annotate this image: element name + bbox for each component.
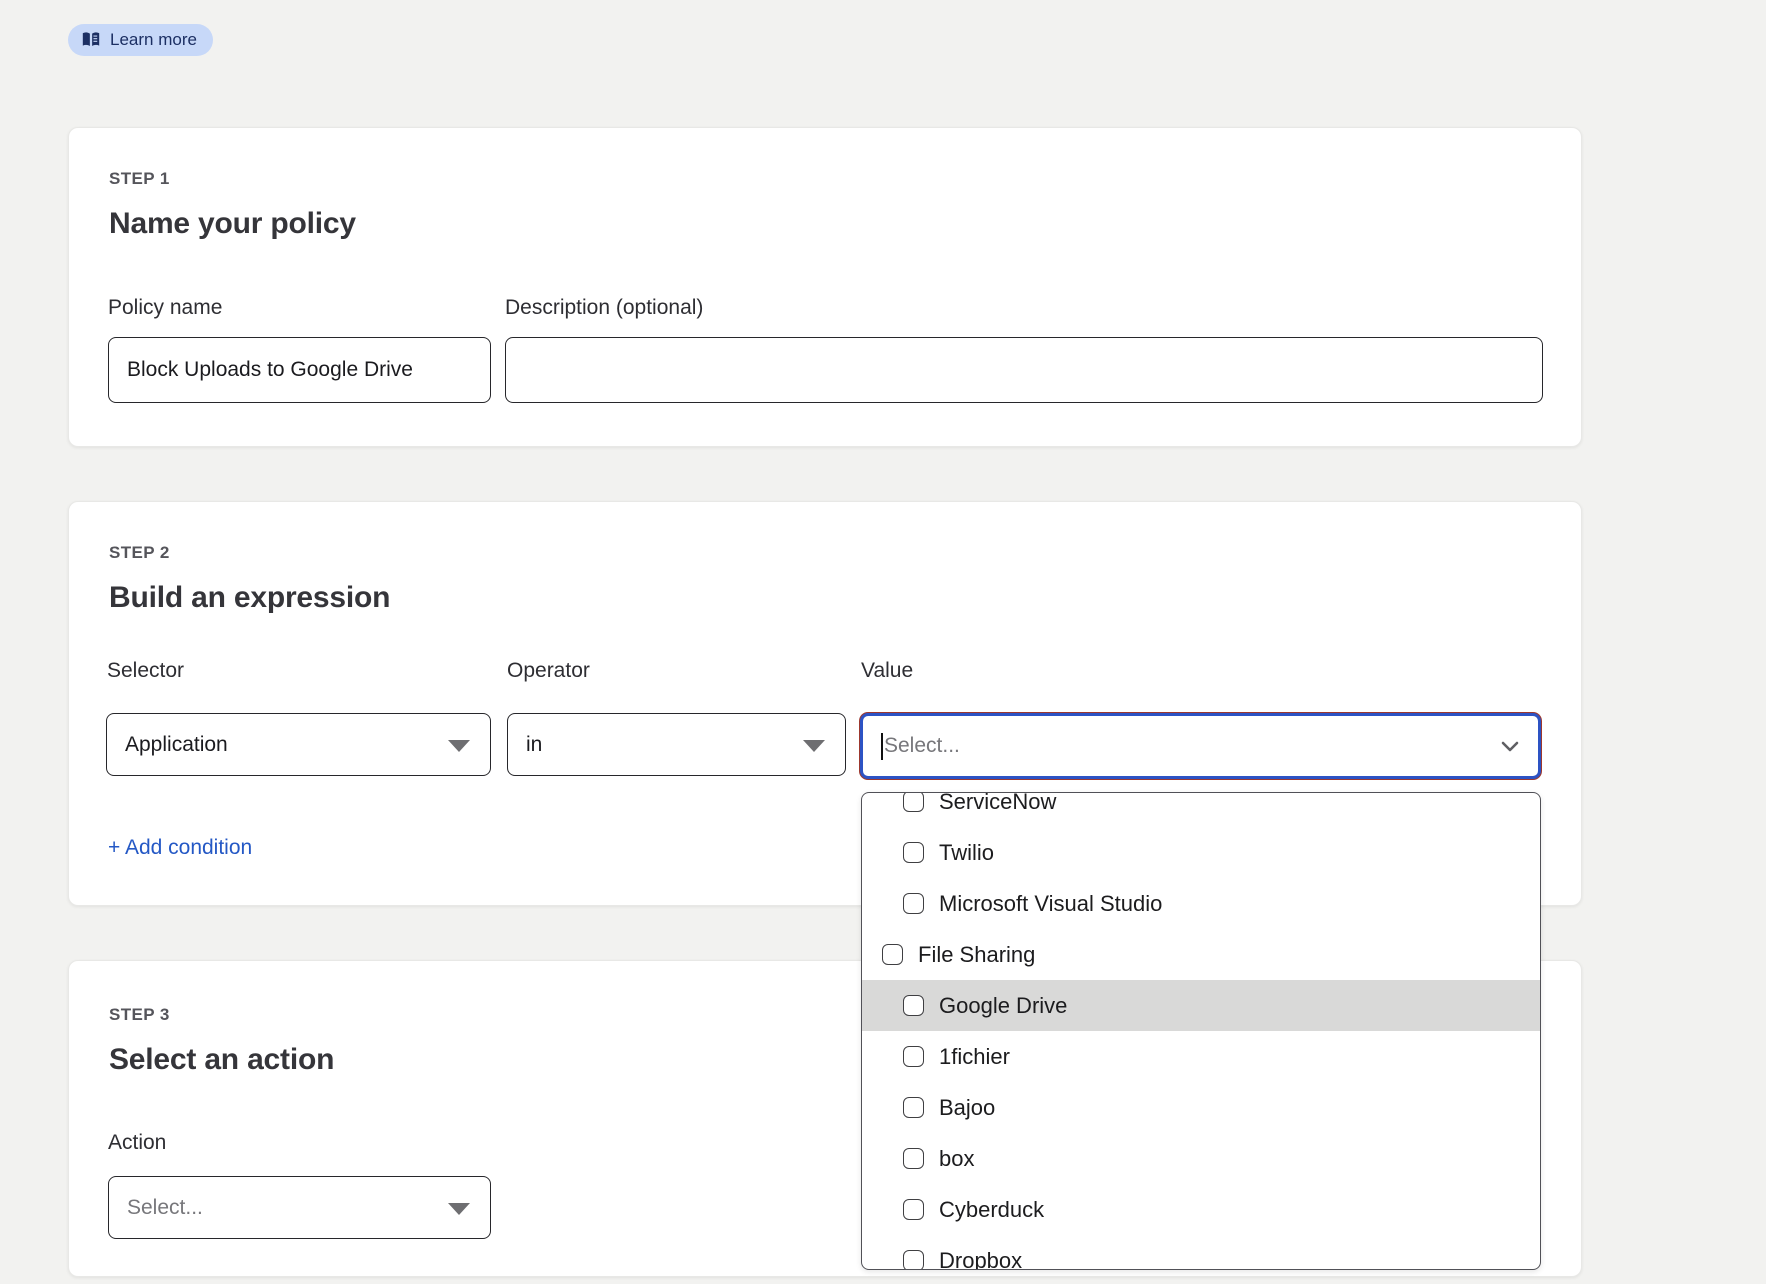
operator-dropdown[interactable]: in — [507, 713, 846, 776]
value-placeholder: Select... — [884, 734, 960, 758]
value-dropdown-panel: ServiceNow Twilio Microsoft Visual Studio F… — [861, 792, 1541, 1270]
step1-title: Name your policy — [109, 207, 356, 241]
dropdown-option-box[interactable]: box — [862, 1133, 1540, 1184]
option-checkbox[interactable] — [903, 792, 924, 812]
step3-label: STEP 3 — [109, 1005, 170, 1025]
value-multiselect-input[interactable]: Select... — [860, 713, 1541, 779]
text-cursor — [881, 733, 883, 760]
step2-title: Build an expression — [109, 581, 390, 615]
option-label: Twilio — [939, 840, 994, 866]
option-label: ServiceNow — [939, 792, 1056, 815]
learn-more-label: Learn more — [110, 30, 197, 50]
operator-dropdown-value: in — [526, 733, 542, 757]
description-input[interactable] — [505, 337, 1543, 403]
chevron-down-icon — [1498, 735, 1522, 762]
dropdown-option-file-sharing[interactable]: File Sharing — [862, 929, 1540, 980]
option-label: box — [939, 1146, 974, 1172]
option-checkbox[interactable] — [903, 1046, 924, 1067]
option-label: Microsoft Visual Studio — [939, 891, 1162, 917]
option-label: Cyberduck — [939, 1197, 1044, 1223]
description-label: Description (optional) — [505, 296, 703, 320]
dropdown-option-microsoft-visual-studio[interactable]: Microsoft Visual Studio — [862, 878, 1540, 929]
selector-dropdown-value: Application — [125, 733, 228, 757]
step1-label: STEP 1 — [109, 169, 170, 189]
dropdown-option-bajoo[interactable]: Bajoo — [862, 1082, 1540, 1133]
dropdown-option-servicenow[interactable]: ServiceNow — [862, 792, 1540, 827]
action-dropdown-placeholder: Select... — [127, 1196, 203, 1220]
book-open-icon — [81, 31, 101, 49]
option-checkbox[interactable] — [903, 1097, 924, 1118]
triangle-down-icon — [448, 1203, 470, 1215]
action-label: Action — [108, 1131, 166, 1155]
option-checkbox[interactable] — [903, 1199, 924, 1220]
triangle-down-icon — [448, 740, 470, 752]
option-checkbox[interactable] — [903, 842, 924, 863]
dropdown-option-twilio[interactable]: Twilio — [862, 827, 1540, 878]
selector-dropdown[interactable]: Application — [106, 713, 491, 776]
triangle-down-icon — [803, 740, 825, 752]
option-checkbox[interactable] — [903, 1250, 924, 1270]
option-label: Dropbox — [939, 1248, 1022, 1271]
policy-name-input[interactable] — [108, 337, 491, 403]
option-label: Bajoo — [939, 1095, 995, 1121]
value-label: Value — [861, 659, 913, 683]
step3-title: Select an action — [109, 1043, 334, 1077]
option-checkbox[interactable] — [882, 944, 903, 965]
operator-label: Operator — [507, 659, 590, 683]
dropdown-option-cyberduck[interactable]: Cyberduck — [862, 1184, 1540, 1235]
option-label: Google Drive — [939, 993, 1067, 1019]
policy-name-label: Policy name — [108, 296, 222, 320]
option-label: File Sharing — [918, 942, 1035, 968]
option-checkbox[interactable] — [903, 995, 924, 1016]
option-checkbox[interactable] — [903, 1148, 924, 1169]
add-condition-link[interactable]: + Add condition — [108, 836, 252, 860]
dropdown-option-1fichier[interactable]: 1fichier — [862, 1031, 1540, 1082]
policy-builder-page: Learn more STEP 1 Name your policy Polic… — [0, 0, 1766, 1284]
step1-card: STEP 1 Name your policy Policy name Desc… — [68, 127, 1582, 447]
value-dropdown-list: ServiceNow Twilio Microsoft Visual Studio F… — [862, 792, 1540, 1270]
step2-label: STEP 2 — [109, 543, 170, 563]
dropdown-option-dropbox[interactable]: Dropbox — [862, 1235, 1540, 1270]
option-checkbox[interactable] — [903, 893, 924, 914]
dropdown-option-google-drive[interactable]: Google Drive — [862, 980, 1540, 1031]
learn-more-button[interactable]: Learn more — [68, 24, 213, 56]
action-dropdown[interactable]: Select... — [108, 1176, 491, 1239]
selector-label: Selector — [107, 659, 184, 683]
option-label: 1fichier — [939, 1044, 1010, 1070]
